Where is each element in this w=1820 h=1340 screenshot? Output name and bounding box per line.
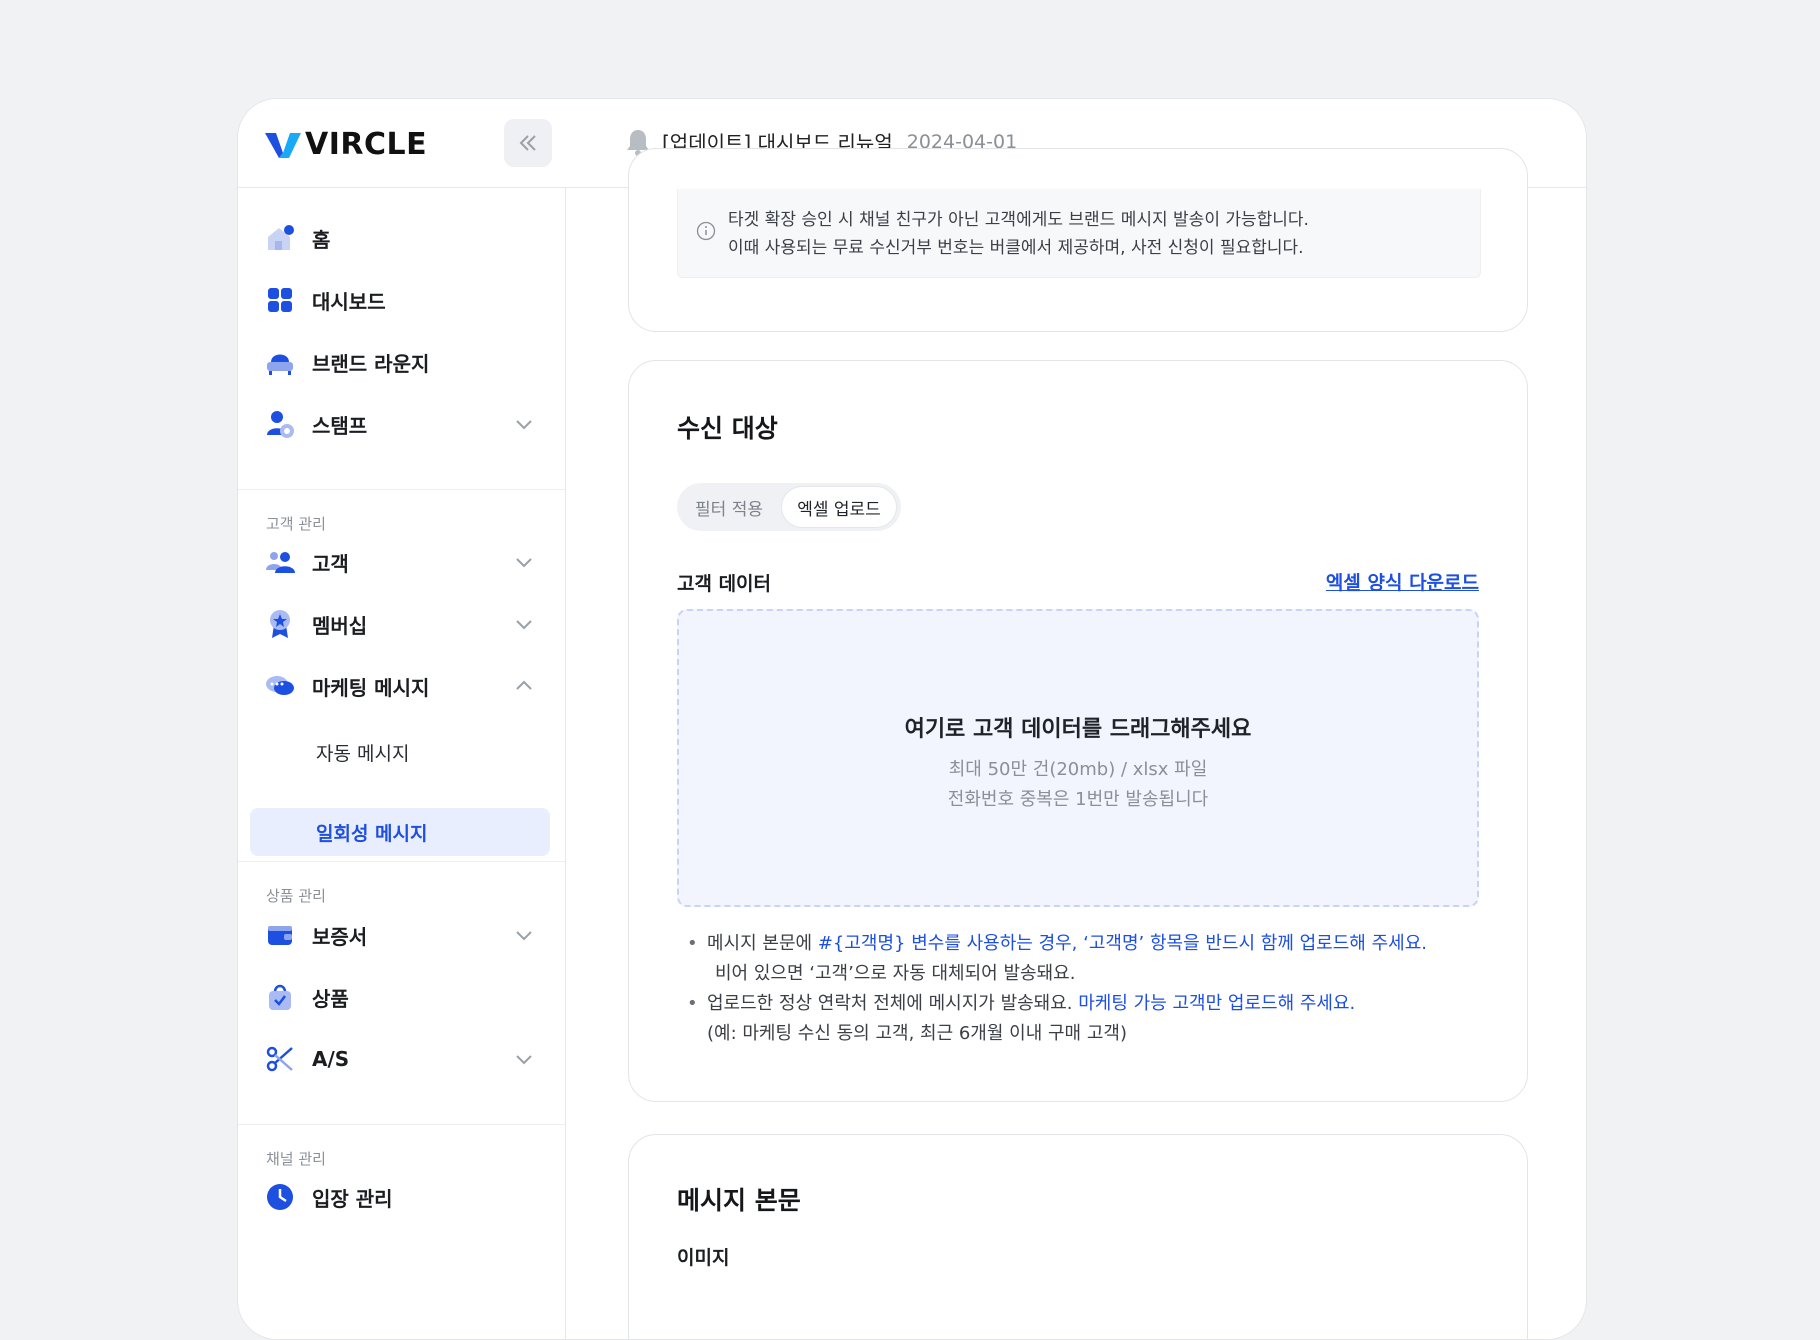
grid-icon [264, 284, 296, 316]
customer-data-label: 고객 데이터 [677, 573, 772, 595]
sidebar-divider [238, 861, 565, 862]
sidebar-subitem-label: 일회성 메시지 [316, 822, 428, 845]
medal-icon [264, 608, 296, 640]
sidebar-item-label: 대시보드 [312, 289, 386, 314]
dropzone-duplicate-text: 전화번호 중복은 1번만 발송됩니다 [947, 789, 1209, 810]
app-window: VIRCLE [업데이트] 대시보드 리뉴얼 2024-04-01 홈 대시보드… [237, 98, 1587, 1340]
excel-template-download-link[interactable]: 엑셀 양식 다운로드 [1326, 568, 1479, 595]
chevron-down-icon [516, 620, 532, 630]
sidebar-item-products[interactable]: 상품 [250, 973, 550, 1021]
sidebar-item-label: 브랜드 라운지 [312, 351, 430, 376]
recipients-title: 수신 대상 [677, 414, 778, 443]
sidebar: 홈 대시보드 브랜드 라운지 스탬프 고객 관리 고객 멤버십 마케팅 메시지 … [238, 188, 566, 1339]
dropzone-limit-text: 최대 50만 건(20mb) / xlsx 파일 [948, 759, 1208, 780]
section-label-channel: 채널 관리 [266, 1150, 326, 1168]
wallet-icon [264, 919, 296, 951]
note-highlight: #{고객명} 변수를 사용하는 경우, ‘고객명’ 항목을 반드시 함께 업로드… [817, 933, 1427, 954]
chat-icon [264, 670, 296, 702]
target-expansion-card: 타겟 확장 승인 시 채널 친구가 아닌 고객에게도 브랜드 메시지 발송이 가… [628, 148, 1528, 332]
stamp-icon [264, 408, 296, 440]
sidebar-item-label: 보증서 [312, 924, 368, 949]
scissors-icon [264, 1043, 296, 1075]
image-label: 이미지 [677, 1247, 730, 1269]
file-dropzone[interactable]: 여기로 고객 데이터를 드래그해주세요 최대 50만 건(20mb) / xls… [677, 609, 1479, 907]
sidebar-item-label: 스탬프 [312, 413, 368, 438]
upload-notes: 메시지 본문에 #{고객명} 변수를 사용하는 경우, ‘고객명’ 항목을 반드… [685, 929, 1427, 1049]
home-icon [264, 222, 296, 254]
sidebar-subitem-label: 자동 메시지 [316, 742, 410, 765]
note-highlight: 마케팅 가능 고객만 업로드해 주세요. [1078, 993, 1356, 1014]
logo[interactable]: VIRCLE [265, 127, 427, 162]
sidebar-item-marketing-message[interactable]: 마케팅 메시지 [250, 662, 550, 710]
chevron-down-icon [516, 420, 532, 430]
message-body-title: 메시지 본문 [677, 1186, 801, 1215]
sidebar-item-as[interactable]: A/S [250, 1035, 550, 1083]
users-icon [264, 546, 296, 578]
info-line-1: 타겟 확장 승인 시 채널 친구가 아닌 고객에게도 브랜드 메시지 발송이 가… [728, 210, 1309, 230]
section-label-customer: 고객 관리 [266, 515, 326, 533]
dropzone-title: 여기로 고객 데이터를 드래그해주세요 [904, 717, 1252, 742]
chevron-down-icon [516, 558, 532, 568]
message-body-card: 메시지 본문 이미지 [628, 1134, 1528, 1339]
shopping-bag-icon [264, 981, 296, 1013]
sidebar-subitem-onetime-message[interactable]: 일회성 메시지 [250, 808, 550, 856]
tab-excel-upload[interactable]: 엑셀 업로드 [781, 486, 897, 528]
collapse-sidebar-button[interactable] [504, 119, 552, 167]
sidebar-item-stamp[interactable]: 스탬프 [250, 400, 550, 448]
sidebar-item-home[interactable]: 홈 [250, 214, 550, 262]
sidebar-item-label: 상품 [312, 986, 349, 1011]
note-text: 메시지 본문에 [707, 933, 818, 954]
note-continuation: (예: 마케팅 수신 동의 고객, 최근 6개월 이내 구매 고객) [707, 1023, 1127, 1044]
sidebar-item-label: A/S [312, 1047, 350, 1071]
clock-icon [264, 1181, 296, 1213]
info-box: 타겟 확장 승인 시 채널 친구가 아닌 고객에게도 브랜드 메시지 발송이 가… [677, 189, 1481, 278]
sidebar-item-warranty[interactable]: 보증서 [250, 911, 550, 959]
sidebar-item-entry-management[interactable]: 입장 관리 [250, 1173, 550, 1221]
vircle-logo-icon [265, 132, 301, 158]
info-line-2: 이때 사용되는 무료 수신거부 번호는 버클에서 제공하며, 사전 신청이 필요… [728, 238, 1304, 258]
sidebar-item-membership[interactable]: 멤버십 [250, 600, 550, 648]
note-text: 업로드한 정상 연락처 전체에 메시지가 발송돼요. [707, 993, 1079, 1014]
sidebar-item-label: 입장 관리 [312, 1186, 393, 1211]
sidebar-item-label: 고객 [312, 551, 349, 576]
sofa-icon [264, 346, 296, 378]
chevron-down-icon [516, 1055, 532, 1065]
note-continuation: 비어 있으면 ‘고객’으로 자동 대체되어 발송돼요. [715, 963, 1076, 984]
note-item: 업로드한 정상 연락처 전체에 메시지가 발송돼요. 마케팅 가능 고객만 업로… [685, 989, 1427, 1019]
chevron-down-icon [516, 931, 532, 941]
sidebar-item-label: 홈 [312, 227, 331, 252]
sidebar-divider [238, 489, 565, 490]
double-chevron-left-icon [519, 135, 536, 151]
sidebar-item-label: 마케팅 메시지 [312, 675, 430, 700]
main-content: 타겟 확장 승인 시 채널 친구가 아닌 고객에게도 브랜드 메시지 발송이 가… [566, 148, 1586, 1339]
sidebar-item-dashboard[interactable]: 대시보드 [250, 276, 550, 324]
section-label-product: 상품 관리 [266, 887, 326, 905]
info-icon [696, 221, 716, 241]
chevron-up-icon [516, 680, 532, 690]
logo-text: VIRCLE [305, 127, 428, 162]
note-item: 메시지 본문에 #{고객명} 변수를 사용하는 경우, ‘고객명’ 항목을 반드… [685, 929, 1427, 959]
sidebar-subitem-auto-message[interactable]: 자동 메시지 [250, 728, 550, 776]
sidebar-item-label: 멤버십 [312, 613, 368, 638]
recipients-card: 수신 대상 필터 적용 엑셀 업로드 고객 데이터 엑셀 양식 다운로드 여기로… [628, 360, 1528, 1102]
tab-filter[interactable]: 필터 적용 [681, 486, 777, 528]
sidebar-item-brand-lounge[interactable]: 브랜드 라운지 [250, 338, 550, 386]
recipient-mode-toggle: 필터 적용 엑셀 업로드 [677, 483, 901, 531]
sidebar-item-customers[interactable]: 고객 [250, 538, 550, 586]
sidebar-divider [238, 1124, 565, 1125]
